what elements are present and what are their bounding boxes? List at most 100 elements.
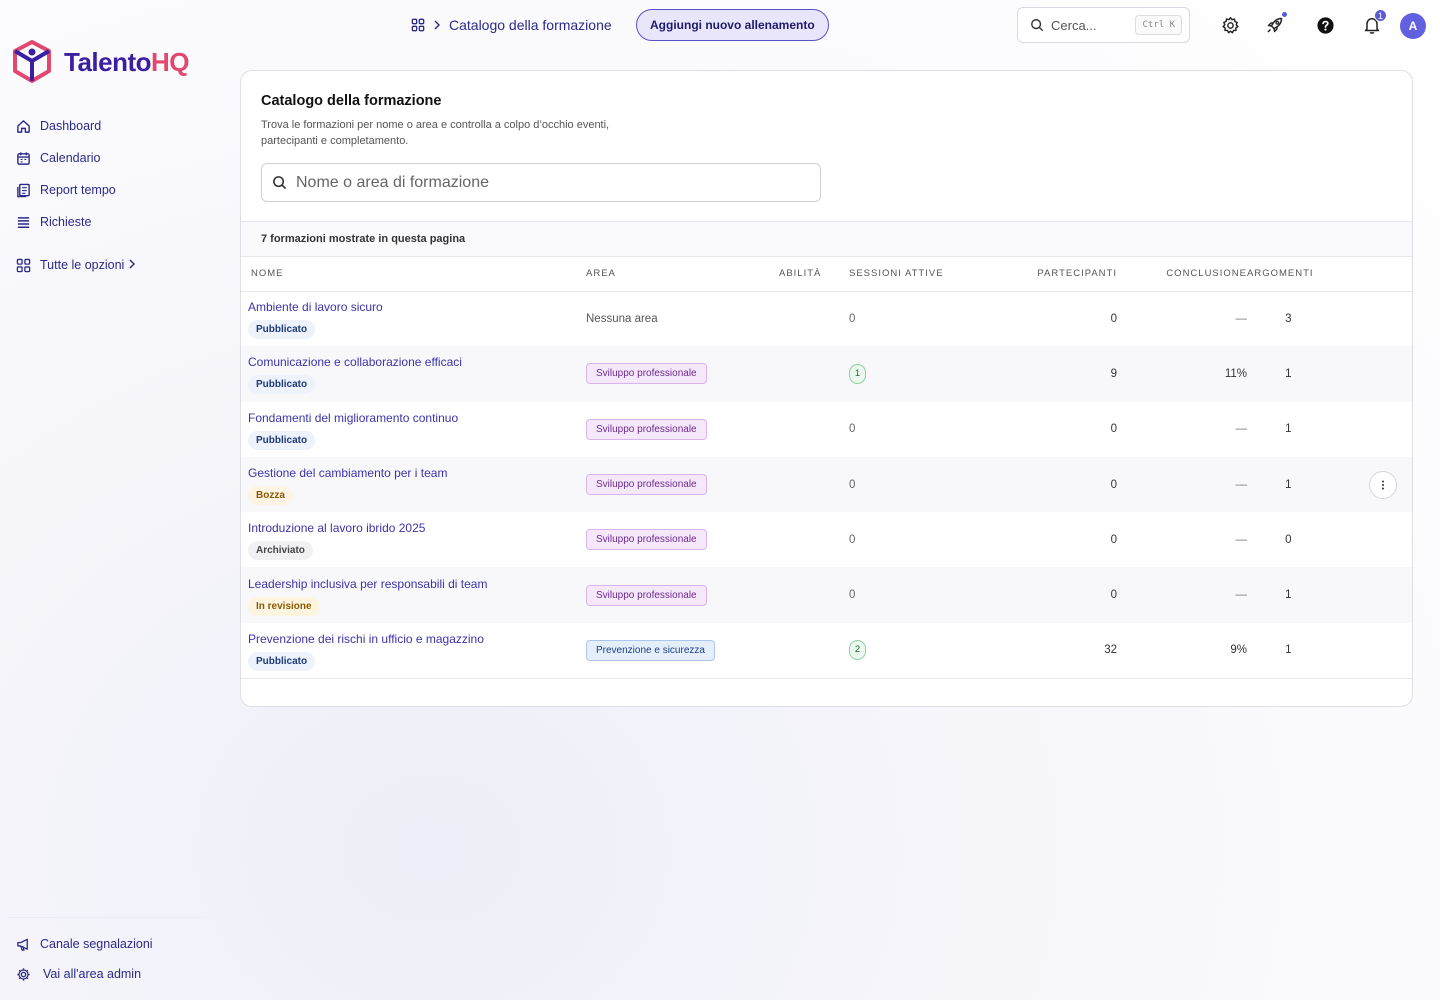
cell-name: Leadership inclusiva per responsabili di… bbox=[241, 567, 586, 622]
training-name-link[interactable]: Leadership inclusiva per responsabili di… bbox=[248, 577, 586, 591]
cell-name: Gestione del cambiamento per i team Bozz… bbox=[241, 457, 586, 512]
row-actions-button[interactable] bbox=[1368, 470, 1397, 499]
cell-participants: 9 bbox=[1110, 367, 1117, 380]
cell-name: Prevenzione dei rischi in ufficio e maga… bbox=[241, 623, 586, 678]
settings-button[interactable] bbox=[1219, 14, 1241, 36]
sidebar-item-report-channel[interactable]: Canale segnalazioni bbox=[14, 929, 153, 959]
add-training-button[interactable]: Aggiungi nuovo allenamento bbox=[636, 9, 829, 41]
breadcrumb-current: Catalogo della formazione bbox=[449, 17, 612, 33]
cell-area: Sviluppo professionale bbox=[586, 346, 779, 401]
avatar[interactable]: A bbox=[1400, 13, 1426, 39]
sidebar-item-requests[interactable]: Richieste bbox=[14, 206, 136, 238]
help-icon bbox=[1316, 16, 1335, 35]
area-tag: Sviluppo professionale bbox=[586, 474, 707, 496]
cell-skills bbox=[779, 567, 849, 622]
cell-topics: 3 bbox=[1285, 312, 1292, 325]
sidebar-item-admin[interactable]: Vai all'area admin bbox=[14, 959, 153, 989]
table-row[interactable]: Gestione del cambiamento per i team Bozz… bbox=[241, 456, 1412, 513]
logo-cube-icon bbox=[13, 40, 51, 83]
cell-skills bbox=[779, 512, 849, 567]
training-table: NOME AREA ABILITÀ SESSIONI ATTIVE PARTEC… bbox=[241, 257, 1412, 678]
column-header-area[interactable]: AREA bbox=[586, 257, 779, 292]
completion-value: — bbox=[1235, 478, 1248, 491]
cell-area: Sviluppo professionale bbox=[586, 512, 779, 567]
column-header-completion[interactable]: CONCLUSIONE bbox=[1117, 257, 1247, 292]
brand-name: TalentoHQ bbox=[64, 46, 190, 77]
sidebar-item-label: Calendario bbox=[40, 151, 101, 165]
chevron-right-icon bbox=[128, 258, 136, 272]
sidebar-item-dashboard[interactable]: Dashboard bbox=[14, 110, 136, 142]
table-row[interactable]: Introduzione al lavoro ibrido 2025 Archi… bbox=[241, 512, 1412, 567]
table-body: Ambiente di lavoro sicuro Pubblicato Nes… bbox=[241, 291, 1412, 678]
completion-value: — bbox=[1235, 423, 1248, 436]
cell-area: Sviluppo professionale bbox=[586, 567, 779, 622]
training-name-link[interactable]: Prevenzione dei rischi in ufficio e maga… bbox=[248, 632, 586, 646]
training-name-link[interactable]: Fondamenti del miglioramento continuo bbox=[248, 411, 586, 425]
cell-topics: 1 bbox=[1285, 644, 1292, 657]
completion-value: — bbox=[1235, 589, 1248, 602]
sidebar-item-all-options[interactable]: Tutte le opzioni bbox=[14, 249, 136, 281]
new-indicator bbox=[1282, 12, 1287, 17]
catalog-search-input[interactable] bbox=[296, 173, 810, 192]
cell-completion: — bbox=[1117, 402, 1248, 457]
completion-value: — bbox=[1235, 533, 1248, 546]
cell-skills bbox=[779, 346, 849, 401]
brand-logo[interactable]: TalentoHQ bbox=[12, 40, 190, 84]
cell-name: Ambiente di lavoro sicuro Pubblicato bbox=[241, 291, 586, 346]
training-name-link[interactable]: Introduzione al lavoro ibrido 2025 bbox=[248, 521, 586, 535]
cell-actions bbox=[1354, 457, 1412, 512]
column-header-participants[interactable]: PARTECIPANTI bbox=[989, 257, 1117, 292]
apps-grid-icon[interactable] bbox=[411, 18, 425, 32]
table-row[interactable]: Fondamenti del miglioramento continuo Pu… bbox=[241, 402, 1412, 457]
table-row[interactable]: Leadership inclusiva per responsabili di… bbox=[241, 567, 1412, 623]
sidebar-item-label: Report tempo bbox=[40, 183, 116, 197]
sidebar-divider bbox=[8, 917, 204, 918]
global-search: Ctrl K bbox=[1017, 7, 1190, 43]
cell-completion: — bbox=[1117, 291, 1248, 346]
breadcrumb: Catalogo della formazione bbox=[411, 14, 612, 36]
cell-participants: 0 bbox=[1110, 533, 1117, 546]
column-header-topics[interactable]: ARGOMENTI bbox=[1247, 257, 1354, 292]
cell-participants: 0 bbox=[1110, 423, 1117, 436]
whats-new-button[interactable] bbox=[1264, 12, 1287, 36]
cell-actions bbox=[1354, 623, 1412, 678]
table-row[interactable]: Comunicazione e collaborazione efficaci … bbox=[241, 346, 1412, 402]
cell-participants: 0 bbox=[1110, 589, 1117, 602]
cell-completion: — bbox=[1117, 512, 1248, 567]
notification-count: 1 bbox=[1374, 9, 1387, 22]
table-row[interactable]: Prevenzione dei rischi in ufficio e maga… bbox=[241, 623, 1412, 678]
sidebar-item-label: Dashboard bbox=[40, 119, 102, 133]
cell-topics: 1 bbox=[1285, 478, 1292, 491]
global-search-input[interactable] bbox=[1051, 17, 1136, 33]
training-name-link[interactable]: Comunicazione e collaborazione efficaci bbox=[248, 355, 586, 369]
megaphone-icon bbox=[14, 935, 32, 953]
cell-actions bbox=[1354, 402, 1412, 457]
column-header-name[interactable]: NOME bbox=[241, 257, 586, 292]
table-row[interactable]: Ambiente di lavoro sicuro Pubblicato Nes… bbox=[241, 291, 1412, 346]
cell-skills bbox=[779, 291, 849, 346]
training-name-link[interactable]: Ambiente di lavoro sicuro bbox=[248, 300, 586, 314]
cell-topics: 1 bbox=[1285, 367, 1292, 380]
status-badge: Pubblicato bbox=[248, 430, 316, 450]
sidebar-item-calendar[interactable]: Calendario bbox=[14, 142, 136, 174]
kebab-menu-icon bbox=[1381, 480, 1384, 490]
catalog-search bbox=[261, 163, 821, 202]
help-button[interactable] bbox=[1314, 14, 1336, 36]
status-badge: Pubblicato bbox=[248, 375, 316, 395]
chevron-right-icon bbox=[433, 18, 441, 33]
cell-actions bbox=[1354, 567, 1412, 622]
column-header-skills[interactable]: ABILITÀ bbox=[779, 257, 849, 292]
area-tag: Sviluppo professionale bbox=[586, 529, 707, 551]
column-header-sessions[interactable]: SESSIONI ATTIVE bbox=[849, 257, 989, 292]
sidebar-item-report[interactable]: Report tempo bbox=[14, 174, 136, 206]
cell-topics: 1 bbox=[1285, 423, 1292, 436]
training-name-link[interactable]: Gestione del cambiamento per i team bbox=[248, 466, 586, 480]
gear-icon bbox=[1221, 16, 1240, 35]
sidebar-item-label: Tutte le opzioni bbox=[40, 258, 125, 272]
cell-completion: — bbox=[1117, 567, 1248, 622]
notifications-button[interactable]: 1 bbox=[1361, 9, 1387, 36]
card-header: Catalogo della formazione Trova le forma… bbox=[241, 71, 1412, 221]
sessions-count: 2 bbox=[849, 640, 866, 661]
cell-skills bbox=[779, 402, 849, 457]
sidebar-item-label: Canale segnalazioni bbox=[40, 937, 153, 951]
